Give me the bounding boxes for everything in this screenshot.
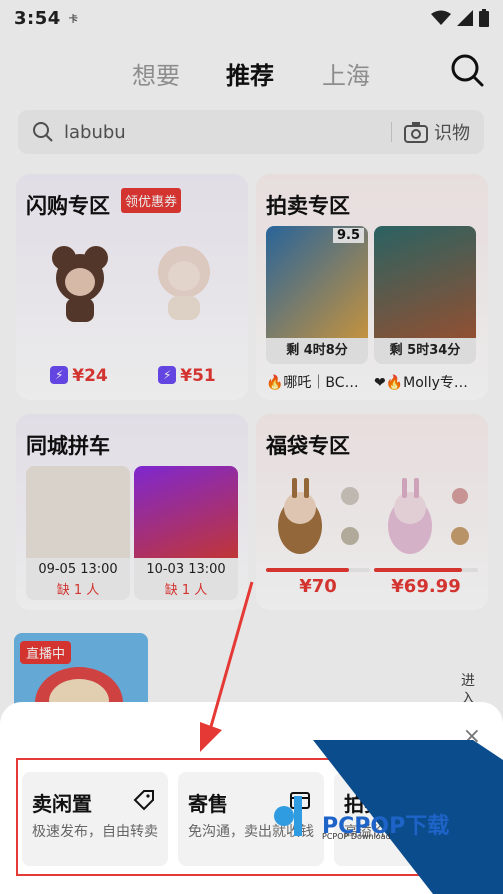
watermark-mark xyxy=(274,796,302,836)
watermark-sub: PCPOP Download xyxy=(322,832,391,841)
